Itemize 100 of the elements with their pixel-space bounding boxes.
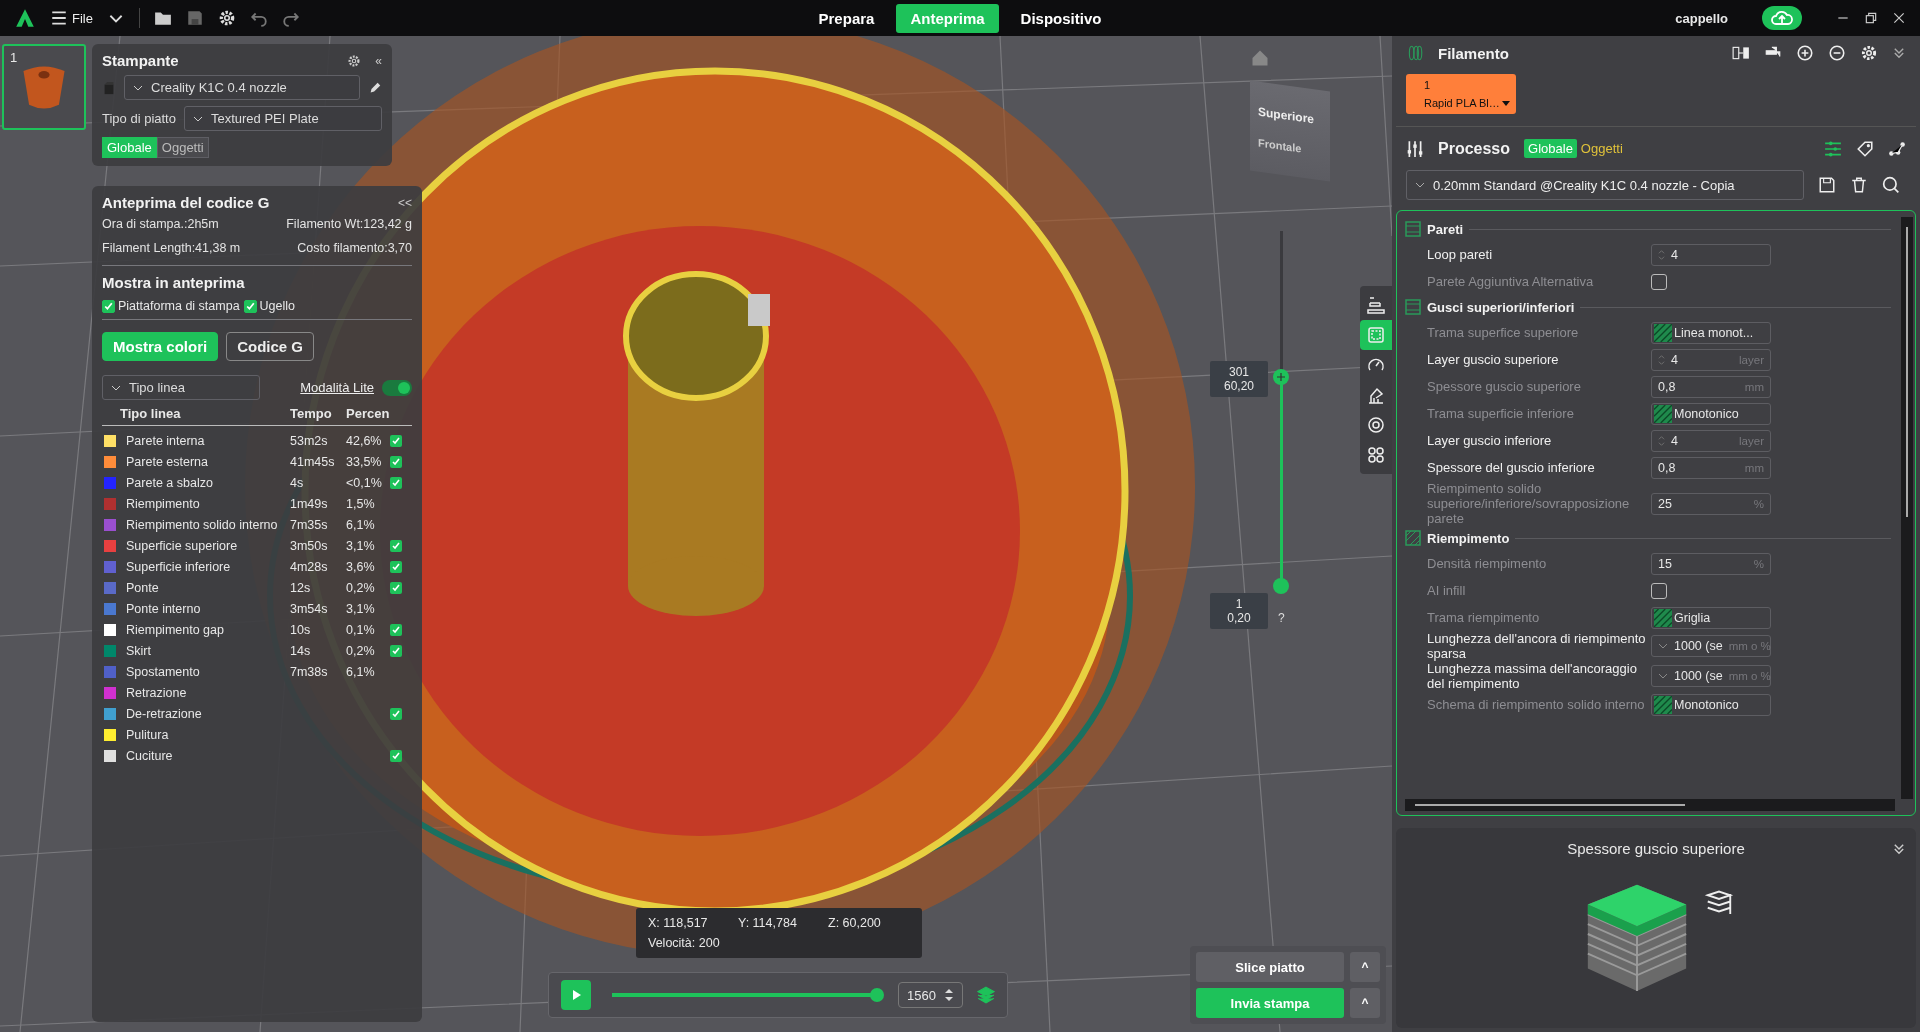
line-type-name: Parete a sbalzo [126,475,214,490]
slider-handle[interactable] [870,988,885,1002]
visibility-check-icon[interactable] [390,749,402,762]
print-stat: Filamento Wt:123,42 g [285,217,412,231]
number-field[interactable]: 0,8 mm [1651,456,1771,479]
save-icon[interactable] [1818,176,1836,194]
clover-icon [1366,445,1386,465]
checkbox[interactable] [1651,273,1667,290]
setting-label: Spessore del guscio inferiore [1427,460,1596,475]
number-field[interactable]: 4 [1651,243,1771,266]
plate-thumbnail[interactable]: 1 [2,44,86,130]
time-value: 14s [290,643,311,658]
move-number-field[interactable]: 1560 [898,982,963,1008]
lite-mode-link[interactable]: Modalità Lite [300,380,374,395]
percent-value: 1,5% [346,496,375,511]
percent-value: 6,1% [346,517,375,532]
view-type-dropdown[interactable]: Tipo linea [102,375,260,400]
preset-dropdown[interactable]: 0.20mm Standard @Creality K1C 0.4 nozzle - Copia [1406,170,1804,200]
visibility-check-icon[interactable] [390,644,402,657]
view-cube[interactable]: Superiore Frontale [1250,80,1330,182]
number-field[interactable]: 0,8 mm [1651,375,1771,398]
nodes-icon[interactable] [1888,139,1906,158]
setting-label: Spessore guscio superiore [1427,379,1582,394]
pattern-dropdown[interactable]: Linea monot... [1651,321,1771,344]
line-type-name: Skirt [126,643,152,658]
scope-tab[interactable]: Oggetti [1576,139,1627,158]
pattern-icon [1654,323,1672,342]
view-mode-button[interactable]: Codice G [226,332,315,361]
collapse-icon[interactable] [1892,46,1906,60]
printer-dropdown[interactable]: Creality K1C 0.4 nozzle [124,75,360,100]
slider-handle[interactable] [1273,578,1289,594]
section-icon [1405,221,1421,237]
visibility-check-icon[interactable] [390,623,402,636]
folder-icon[interactable] [153,9,172,27]
cube-face-label: Frontale [1258,136,1303,157]
visibility-check-icon[interactable] [390,581,402,594]
settings-icon[interactable] [347,53,362,68]
visibility-check-icon[interactable] [390,476,402,489]
percent-value: 42,6% [346,433,382,448]
add-icon[interactable] [1796,44,1814,62]
line-type-name: De-retrazione [126,706,203,721]
user-name[interactable]: cappello [1675,10,1728,26]
visibility-check-icon[interactable] [390,539,402,552]
trash-icon[interactable] [1850,176,1868,194]
mode-tab[interactable]: Dispositivo [1006,3,1116,33]
time-value: 3m50s [290,538,328,553]
visibility-check-icon[interactable] [390,707,402,720]
x-coordinate: X: 118,517 [648,916,709,930]
panel-title: Stampante [102,52,179,69]
line-type-name: Pulitura [126,727,170,742]
pattern-dropdown[interactable]: Griglia [1651,606,1771,629]
more-button[interactable]: ^ [1350,988,1380,1018]
remove-icon[interactable] [1828,44,1846,62]
plate-type-dropdown[interactable]: Textured PEI Plate [183,106,382,131]
filament-chip[interactable]: 1 Rapid PLA Bl… [1406,74,1516,114]
settings-icon[interactable] [217,9,236,27]
cloud-upload-button[interactable] [1762,6,1802,30]
action-button[interactable]: Slice piatto [1196,952,1344,982]
line-type-name: Superficie superiore [126,538,239,553]
help-link[interactable]: ? [1278,611,1285,625]
slider-handle[interactable] [1273,368,1289,385]
play-button[interactable] [561,980,591,1010]
file-menu[interactable]: File [50,9,93,27]
collapse-button[interactable]: << [398,195,412,210]
number-field[interactable]: 4 layer [1651,348,1771,371]
setting-label: Trama superficie inferiore [1427,406,1575,421]
line-type-name: Riempimento solido interno [126,517,279,532]
more-button[interactable]: ^ [1350,952,1380,982]
pattern-dropdown[interactable]: Monotonico [1651,693,1771,716]
toggle-switch[interactable] [382,379,412,396]
line-type-name: Retrazione [126,685,188,700]
stepper-icon[interactable] [944,987,954,1003]
number-field[interactable]: 25 % [1651,492,1771,515]
pencil-icon[interactable] [368,80,382,95]
checkbox[interactable] [102,299,115,313]
swap-icon[interactable] [1732,44,1750,62]
line-type-name: Parete interna [126,433,206,448]
scope-tab[interactable]: Oggetti [156,137,209,158]
checkbox[interactable] [243,299,257,313]
mode-tab[interactable]: Prepara [804,3,889,33]
maximize-icon[interactable] [1864,11,1878,25]
layer-value: 60,20 [1224,378,1254,393]
dropdown-triangle-icon [1501,100,1510,106]
help-title: Spessore guscio superiore [1567,840,1745,857]
visibility-check-icon[interactable] [390,434,402,447]
number-field[interactable]: 4 layer [1651,429,1771,452]
settings-icon[interactable] [1860,44,1878,62]
collapse-button[interactable]: « [375,53,382,68]
section-title: Mostra in anteprima [102,274,246,291]
close-icon[interactable] [1892,11,1906,25]
layers-icon[interactable] [977,986,995,1004]
logo-icon [14,7,36,29]
visibility-check-icon[interactable] [390,455,402,468]
checkbox[interactable] [1651,582,1667,599]
visibility-check-icon[interactable] [390,560,402,573]
number-field[interactable]: 15 % [1651,552,1771,575]
search-icon[interactable] [1882,176,1900,194]
pattern-dropdown[interactable]: Monotonico [1651,402,1771,425]
list-icon[interactable] [1824,139,1842,158]
tag-icon[interactable] [1856,139,1874,158]
